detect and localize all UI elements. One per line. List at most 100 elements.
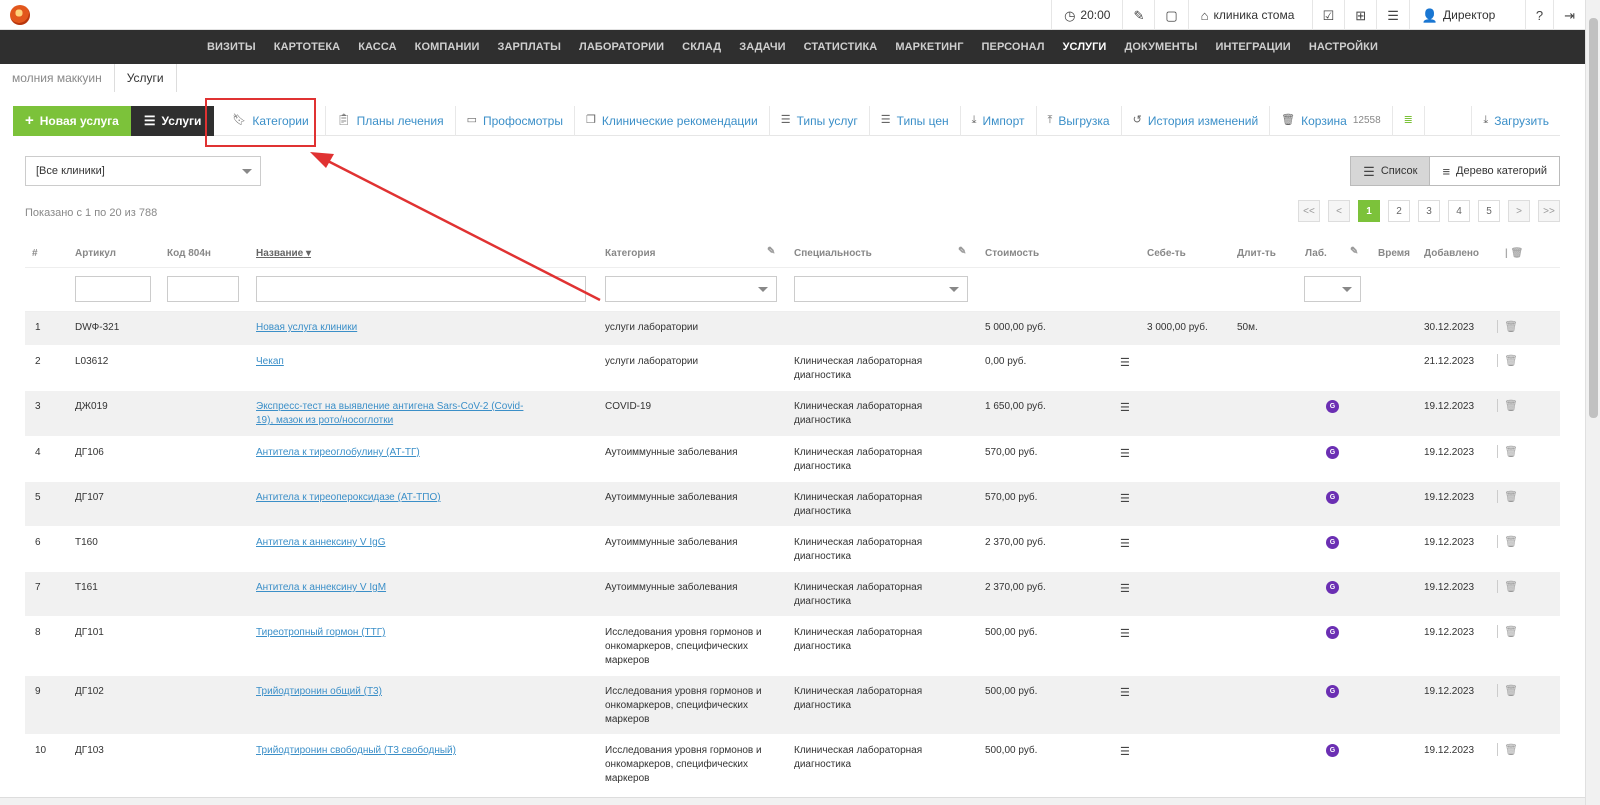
col-duration[interactable]: Длит-ть — [1237, 248, 1276, 259]
delete-row-icon[interactable]: 🗑︎ — [1497, 580, 1518, 593]
nav-item-10[interactable]: ПЕРСОНАЛ — [973, 41, 1054, 53]
cell-name[interactable]: Чекап — [256, 355, 536, 369]
price-list-icon[interactable]: ☰ — [1120, 537, 1130, 550]
lab-icon[interactable]: G — [1326, 400, 1339, 413]
clock-widget[interactable]: ◷ 20:00 — [1051, 0, 1122, 30]
col-self-cost[interactable]: Себе-ть — [1147, 248, 1186, 259]
edit-button[interactable]: ✎ — [1122, 0, 1154, 30]
cell-name[interactable]: Антитела к тиреоглобулину (АТ-ТГ) — [256, 446, 536, 460]
nav-item-14[interactable]: НАСТРОЙКИ — [1300, 41, 1387, 53]
col-name[interactable]: Название ▾ — [256, 248, 311, 259]
page-button-1[interactable]: < — [1328, 200, 1350, 222]
page-button-4[interactable]: 3 — [1418, 200, 1440, 222]
lab-icon[interactable]: G — [1326, 536, 1339, 549]
page-button-2[interactable]: 1 — [1358, 200, 1380, 222]
view-tree-button[interactable]: ≡ Дерево категорий — [1430, 156, 1560, 186]
col-time[interactable]: Время — [1378, 248, 1410, 259]
horizontal-scrollbar[interactable] — [0, 797, 1585, 805]
price-list-icon[interactable]: ☰ — [1120, 447, 1130, 460]
edit-specialty-icon[interactable]: ✎ — [958, 246, 966, 257]
table-row[interactable]: 4 ДГ106 Антитела к тиреоглобулину (АТ-ТГ) А… — [25, 437, 1560, 482]
nav-item-8[interactable]: СТАТИСТИКА — [795, 41, 887, 53]
scrollbar-thumb[interactable] — [1589, 18, 1598, 418]
col-cost[interactable]: Стоимость — [985, 248, 1039, 259]
lab-icon[interactable]: G — [1326, 626, 1339, 639]
col-category[interactable]: Категория — [605, 248, 655, 259]
clinic-filter-select[interactable]: [Все клиники] — [25, 156, 261, 186]
price-list-icon[interactable]: ☰ — [1120, 686, 1130, 699]
app-logo[interactable] — [10, 4, 30, 25]
delete-row-icon[interactable]: 🗑︎ — [1497, 743, 1518, 756]
download-button[interactable]: ⤓ Загрузить — [1471, 105, 1560, 136]
price-list-icon[interactable]: ☰ — [1120, 582, 1130, 595]
page-button-6[interactable]: 5 — [1478, 200, 1500, 222]
list-button[interactable]: ☰ — [1376, 0, 1409, 30]
cell-name[interactable]: Антитела к аннексину V IgM — [256, 581, 536, 595]
nav-item-1[interactable]: КАРТОТЕКА — [265, 41, 349, 53]
nav-item-6[interactable]: СКЛАД — [673, 41, 730, 53]
nav-item-11[interactable]: УСЛУГИ — [1054, 41, 1116, 53]
edit-lab-icon[interactable]: ✎ — [1350, 246, 1358, 257]
nav-item-7[interactable]: ЗАДАЧИ — [730, 41, 794, 53]
lab-icon[interactable]: G — [1326, 581, 1339, 594]
col-article[interactable]: Артикул — [75, 248, 116, 259]
category-filter-select[interactable] — [605, 276, 777, 302]
edit-category-icon[interactable]: ✎ — [767, 246, 775, 257]
tab-service-types[interactable]: ☰ Типы услуг — [770, 105, 870, 136]
price-list-icon[interactable]: ☰ — [1120, 492, 1130, 505]
nav-item-3[interactable]: КОМПАНИИ — [406, 41, 489, 53]
cell-name[interactable]: Экспресс-тест на выявление антигена Sars… — [256, 400, 536, 428]
clinic-selector[interactable]: ⌂ клиника стома — [1187, 0, 1312, 30]
tab-history[interactable]: ↺ История изменений — [1122, 105, 1271, 136]
price-list-icon[interactable]: ☰ — [1120, 745, 1130, 758]
nav-item-12[interactable]: ДОКУМЕНТЫ — [1115, 41, 1206, 53]
article-filter-input[interactable] — [75, 276, 151, 302]
col-lab[interactable]: Лаб. — [1305, 248, 1327, 259]
cell-name[interactable]: Антитела к тиреопероксидазе (АТ-ТПО) — [256, 491, 536, 505]
table-row[interactable]: 2 L03612 Чекап услуги лаборатории Клиническа… — [25, 346, 1560, 391]
table-row[interactable]: 8 ДГ101 Тиреотропный гормон (ТТГ) Исследова… — [25, 617, 1560, 676]
delete-row-icon[interactable]: 🗑︎ — [1497, 320, 1518, 333]
col-added[interactable]: Добавлено — [1424, 248, 1479, 259]
page-button-5[interactable]: 4 — [1448, 200, 1470, 222]
table-row[interactable]: 1 DWФ-321 Новая услуга клиники услуги лабор… — [25, 312, 1560, 346]
table-row[interactable]: 5 ДГ107 Антитела к тиреопероксидазе (АТ-ТП… — [25, 482, 1560, 527]
cell-name[interactable]: Антитела к аннексину V IgG — [256, 536, 536, 550]
delete-row-icon[interactable]: 🗑︎ — [1497, 445, 1518, 458]
delete-all-icon[interactable]: | 🗑︎ — [1505, 248, 1523, 259]
table-row[interactable]: 3 ДЖ019 Экспресс-тест на выявление антиген… — [25, 391, 1560, 437]
logout-button[interactable]: ⇥ — [1553, 0, 1585, 30]
view-list-button[interactable]: ☰ Список — [1350, 156, 1431, 186]
nav-item-5[interactable]: ЛАБОРАТОРИИ — [570, 41, 673, 53]
delete-row-icon[interactable]: 🗑︎ — [1497, 399, 1518, 412]
lab-icon[interactable]: G — [1326, 685, 1339, 698]
tasks-button[interactable]: ☑ — [1311, 0, 1345, 30]
lab-icon[interactable]: G — [1326, 446, 1339, 459]
delete-row-icon[interactable]: 🗑︎ — [1497, 684, 1518, 697]
price-list-icon[interactable]: ☰ — [1120, 401, 1130, 414]
page-button-0[interactable]: << — [1298, 200, 1320, 222]
help-button[interactable]: ? — [1524, 0, 1553, 30]
new-service-button[interactable]: + Новая услуга — [13, 105, 131, 136]
tab-services[interactable]: ☰ Услуги — [130, 105, 215, 136]
col-code[interactable]: Код 804н — [167, 248, 211, 259]
lab-icon[interactable]: G — [1326, 491, 1339, 504]
user-menu[interactable]: 👤 Директор — [1408, 0, 1525, 30]
page-button-7[interactable]: > — [1508, 200, 1530, 222]
tab-import[interactable]: ⤓ Импорт — [961, 105, 1037, 136]
tab-treatment-plans[interactable]: 📋︎ Планы лечения — [326, 105, 456, 136]
tab-trash[interactable]: 🗑︎ Корзина 12558 — [1270, 105, 1393, 136]
vertical-scrollbar[interactable] — [1585, 0, 1600, 805]
breadcrumb-current[interactable]: Услуги — [113, 64, 177, 92]
tab-export[interactable]: ⤒ Выгрузка — [1037, 105, 1122, 136]
tab-price-types[interactable]: ☰ Типы цен — [870, 105, 961, 136]
nav-item-13[interactable]: ИНТЕГРАЦИИ — [1207, 41, 1300, 53]
nav-item-2[interactable]: КАССА — [349, 41, 405, 53]
lab-icon[interactable]: G — [1326, 744, 1339, 757]
price-list-icon[interactable]: ☰ — [1120, 627, 1130, 640]
table-row[interactable]: 10 ДГ103 Трийодтиронин свободный (Т3 свобо… — [25, 735, 1560, 794]
tab-checkups[interactable]: ▭ Профосмотры — [456, 105, 575, 136]
col-specialty[interactable]: Специальность — [794, 248, 872, 259]
price-list-icon[interactable]: ☰ — [1120, 356, 1130, 369]
name-filter-input[interactable] — [256, 276, 586, 302]
